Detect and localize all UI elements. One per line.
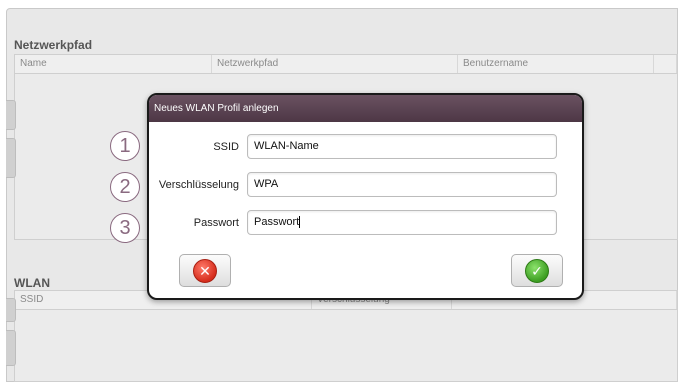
column-header-name[interactable]: Name: [15, 55, 212, 73]
dialog-title: Neues WLAN Profil anlegen: [149, 95, 582, 122]
x-icon: ✕: [193, 258, 217, 283]
ssid-row: SSID WLAN-Name: [149, 134, 557, 159]
ssid-label: SSID: [213, 140, 239, 153]
encryption-row: Verschlüsselung WPA: [149, 172, 557, 197]
ssid-input[interactable]: WLAN-Name: [247, 134, 557, 159]
new-wlan-profile-dialog: Neues WLAN Profil anlegen SSID WLAN-Name…: [147, 93, 584, 300]
side-tab-1[interactable]: [6, 100, 16, 130]
password-value: Passwort: [254, 216, 300, 228]
password-label: Passwort: [193, 216, 239, 229]
netzwerkpfad-table-header: Name Netzwerkpfad Benutzername: [15, 55, 677, 74]
password-input[interactable]: Passwort: [247, 210, 557, 235]
confirm-button[interactable]: ✓: [511, 254, 563, 287]
text-caret: [299, 216, 301, 229]
password-row: Passwort Passwort: [149, 210, 557, 235]
side-tab-4[interactable]: [6, 330, 16, 366]
callout-3: 3: [110, 213, 140, 243]
column-header-empty: [654, 55, 677, 73]
cancel-button[interactable]: ✕: [179, 254, 231, 287]
wlan-table: SSID Verschlüsselung: [14, 290, 678, 382]
column-header-netzwerkpfad[interactable]: Netzwerkpfad: [212, 55, 458, 73]
callout-1: 1: [110, 131, 140, 161]
side-tab-2[interactable]: [6, 138, 16, 178]
wlan-section-title: WLAN: [14, 276, 50, 290]
column-header-benutzername[interactable]: Benutzername: [458, 55, 654, 73]
checkmark-icon: ✓: [525, 258, 549, 283]
netzwerkpfad-section-title: Netzwerkpfad: [14, 38, 93, 52]
encryption-label: Verschlüsselung: [158, 178, 239, 191]
callout-2: 2: [110, 172, 140, 202]
encryption-select[interactable]: WPA: [247, 172, 557, 197]
side-tab-3[interactable]: [6, 298, 16, 322]
